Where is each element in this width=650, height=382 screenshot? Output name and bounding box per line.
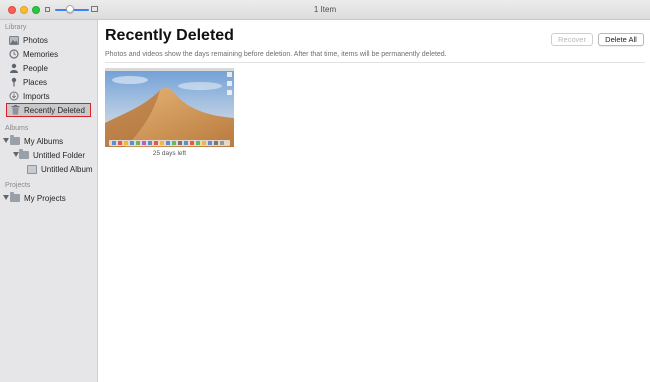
window-title: 1 Item [313, 5, 337, 14]
sidebar-item-photos[interactable]: Photos [9, 33, 48, 47]
sidebar-item-imports[interactable]: Imports [9, 89, 50, 103]
thumbnail-caption: 25 days left [152, 150, 187, 157]
memories-icon [9, 49, 19, 59]
folder-icon [10, 192, 20, 203]
sidebar-item-my-projects[interactable]: My Projects [10, 191, 66, 205]
projects-section-header: Projects [5, 182, 31, 189]
sidebar-item-label: Imports [23, 91, 50, 101]
header-divider [105, 62, 645, 63]
delete-all-button[interactable]: Delete All [598, 33, 644, 46]
sidebar-item-untitled-folder[interactable]: Untitled Folder [19, 148, 85, 162]
recover-button[interactable]: Recover [551, 33, 593, 46]
trash-icon [10, 105, 20, 115]
sidebar-item-untitled-album[interactable]: Untitled Album [27, 162, 93, 176]
folder-icon [19, 149, 29, 160]
sidebar-item-places[interactable]: Places [9, 75, 47, 89]
sidebar-item-memories[interactable]: Memories [9, 47, 58, 61]
imports-icon [9, 91, 19, 101]
sidebar-item-label: Untitled Folder [33, 150, 86, 160]
sidebar-item-label: Untitled Album [41, 164, 93, 174]
folder-icon [10, 135, 20, 146]
disclosure-triangle-icon[interactable] [3, 195, 9, 200]
sidebar-item-people[interactable]: People [9, 61, 48, 75]
sidebar-item-label: My Projects [24, 193, 66, 203]
photo-thumbnail[interactable] [105, 68, 234, 147]
title-bar: 1 Item [0, 0, 650, 20]
album-icon [27, 164, 37, 174]
sidebar-item-recently-deleted[interactable]: Recently Deleted [6, 103, 91, 117]
sidebar: Library Photos Memories People Places Im… [0, 20, 98, 382]
albums-section-header: Albums [5, 125, 29, 132]
main-content: Recently Deleted Photos and videos show … [99, 20, 650, 382]
people-icon [9, 63, 19, 73]
sidebar-item-label: Recently Deleted [24, 105, 85, 115]
page-title: Recently Deleted [105, 27, 234, 44]
deletion-description: Photos and videos show the days remainin… [105, 51, 447, 58]
sidebar-item-label: People [23, 63, 48, 73]
sidebar-item-label: Memories [23, 49, 59, 59]
photos-icon [9, 35, 19, 45]
sidebar-item-label: Places [23, 77, 48, 87]
sidebar-item-label: My Albums [24, 136, 64, 146]
sidebar-item-label: Photos [23, 35, 48, 45]
sidebar-item-my-albums[interactable]: My Albums [10, 134, 63, 148]
library-section-header: Library [5, 24, 27, 31]
disclosure-triangle-icon[interactable] [3, 138, 9, 143]
places-icon [9, 77, 19, 87]
